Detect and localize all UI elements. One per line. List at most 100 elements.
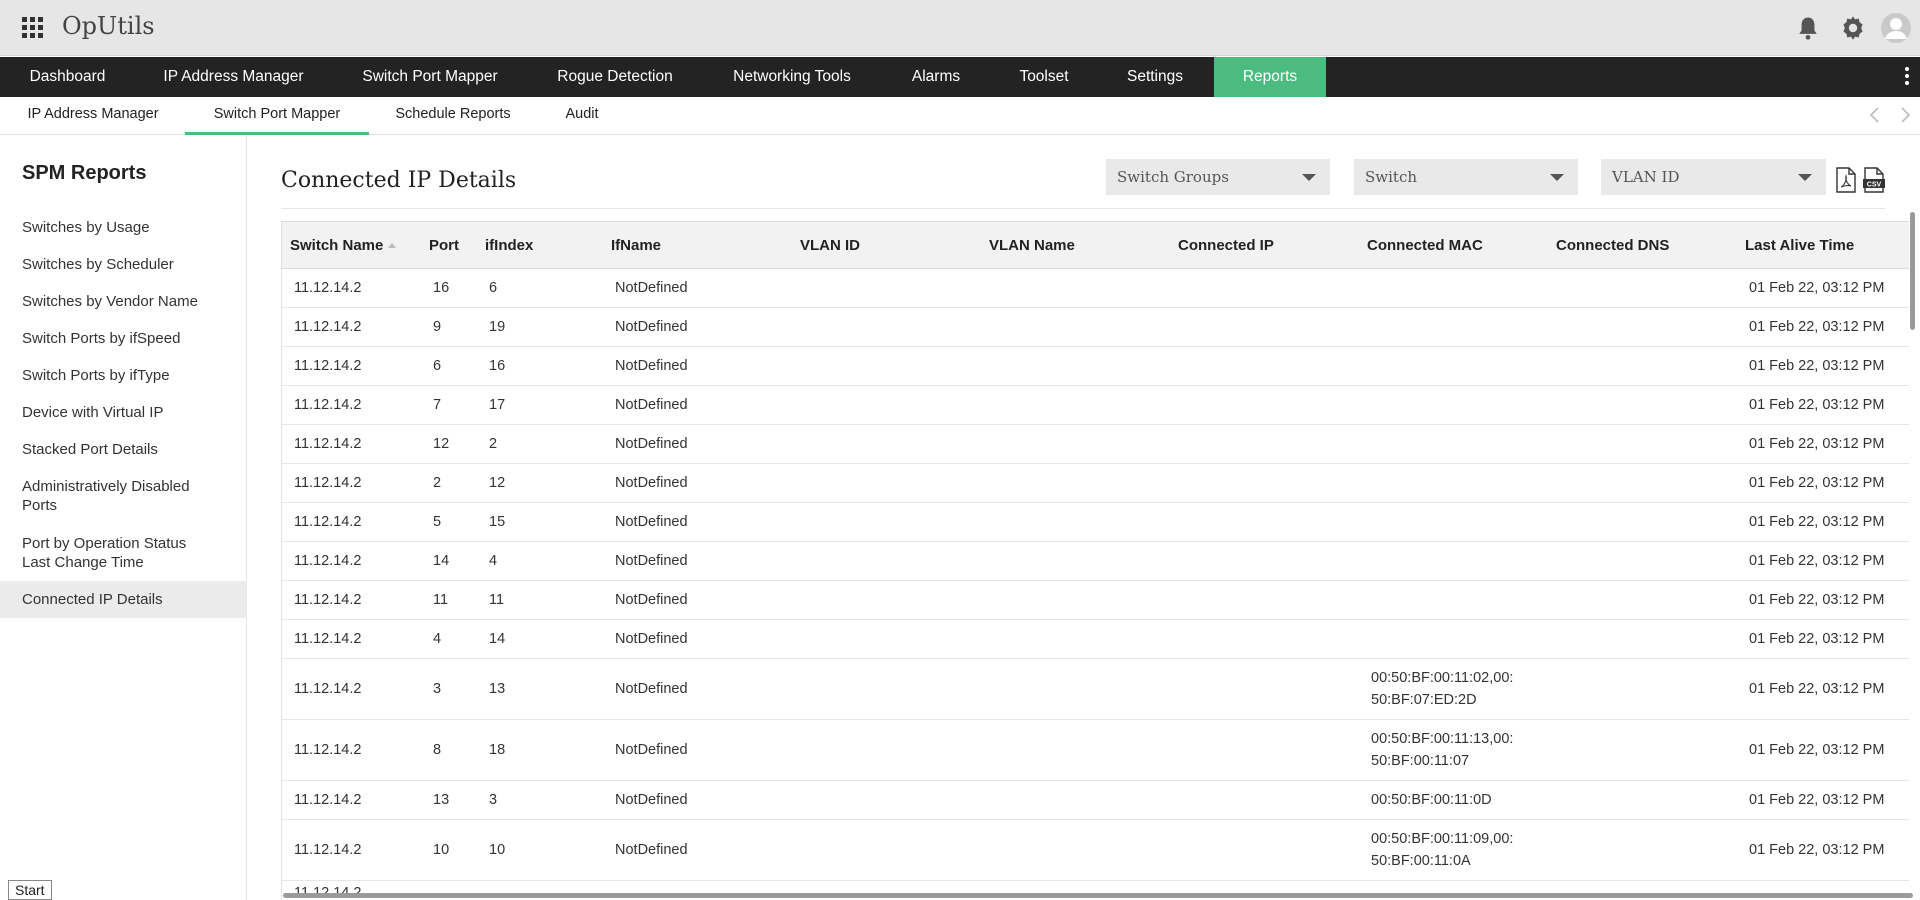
col-last-alive-time-header[interactable]: Last Alive Time — [1737, 221, 1909, 269]
table-row[interactable]: 11.12.14.2 14 4 NotDefined 01 Feb 22, 03:12 … — [282, 541, 1909, 581]
gear-icon[interactable] — [1839, 14, 1867, 42]
col-last-alive-time-cell: 01 Feb 22, 03:12 PM — [1737, 719, 1909, 781]
more-options-icon[interactable] — [1904, 65, 1910, 89]
nav-settings[interactable]: Settings — [1098, 57, 1212, 97]
subtab-audit[interactable]: Audit — [551, 97, 613, 135]
col-connected-ip-cell — [1170, 424, 1359, 464]
col-connected-ip-cell — [1170, 346, 1359, 386]
report-table: Switch Name Port ifIndex IfName VLAN ID VLAN … — [282, 221, 1909, 900]
table-row[interactable]: 11.12.14.2 7 17 NotDefined 01 Feb 22, 03:12 … — [282, 385, 1909, 425]
nav-dashboard[interactable]: Dashboard — [0, 57, 135, 97]
horizontal-scrollbar[interactable] — [283, 893, 1913, 898]
col-port-header[interactable]: Port — [421, 221, 477, 269]
table-row[interactable]: 11.12.14.2 2 12 NotDefined 01 Feb 22, 03:12 … — [282, 463, 1909, 503]
col-port-cell: 2 — [421, 463, 477, 503]
col-connected-mac-cell — [1359, 541, 1548, 581]
col-connected-dns-cell — [1548, 424, 1737, 464]
sidebar-item-switches-by-scheduler[interactable]: Switches by Scheduler — [0, 255, 247, 274]
subtab-switch-port-mapper[interactable]: Switch Port Mapper — [185, 97, 369, 135]
nav-networking-tools[interactable]: Networking Tools — [702, 57, 882, 97]
sidebar-item-port-by-operation-status[interactable]: Port by Operation Status Last Change Tim… — [0, 534, 230, 572]
table-row[interactable]: 11.12.14.2 11 11 NotDefined 01 Feb 22, 03:12… — [282, 580, 1909, 620]
col-vlan-name-cell — [981, 463, 1170, 503]
col-ifname-cell: NotDefined — [603, 619, 792, 659]
sidebar-item-switches-by-usage[interactable]: Switches by Usage — [0, 218, 247, 237]
chevron-left-icon[interactable] — [1866, 106, 1884, 124]
table-row[interactable]: 11.12.14.2 8 18 NotDefined 00:50:BF:00:11:13… — [282, 719, 1909, 781]
col-last-alive-time-cell: 01 Feb 22, 03:12 PM — [1737, 346, 1909, 386]
table-row[interactable]: 11.12.14.2 4 14 NotDefined 01 Feb 22, 03:12 … — [282, 619, 1909, 659]
col-vlan-id-cell — [792, 580, 981, 620]
col-connected-dns-header[interactable]: Connected DNS — [1548, 221, 1737, 269]
sidebar-item-connected-ip-details[interactable]: Connected IP Details — [0, 581, 247, 618]
col-vlan-name-cell — [981, 541, 1170, 581]
vertical-scrollbar[interactable] — [1910, 212, 1915, 330]
sidebar-item-switch-ports-by-ifspeed[interactable]: Switch Ports by ifSpeed — [0, 329, 247, 348]
col-connected-ip-cell — [1170, 719, 1359, 781]
col-port-cell: 3 — [421, 658, 477, 720]
col-connected-dns-cell — [1548, 780, 1737, 820]
sidebar-item-stacked-port-details[interactable]: Stacked Port Details — [0, 440, 247, 459]
col-connected-ip-cell — [1170, 268, 1359, 308]
sidebar-item-switch-ports-by-iftype[interactable]: Switch Ports by ifType — [0, 366, 247, 385]
table-row[interactable]: 11.12.14.2 16 6 NotDefined 01 Feb 22, 03:12 … — [282, 268, 1909, 308]
col-vlan-name-cell — [981, 658, 1170, 720]
subtab-ip-address-manager[interactable]: IP Address Manager — [12, 97, 174, 135]
col-vlan-name-cell — [981, 819, 1170, 881]
col-port-cell: 13 — [421, 780, 477, 820]
nav-alarms[interactable]: Alarms — [882, 57, 990, 97]
nav-rogue-detection[interactable]: Rogue Detection — [528, 57, 702, 97]
sidebar-item-device-with-virtual-ip[interactable]: Device with Virtual IP — [0, 403, 247, 422]
sort-ascending-icon[interactable] — [388, 243, 397, 249]
sidebar: SPM Reports Switches by Usage Switches b… — [0, 136, 247, 900]
pdf-export-icon[interactable] — [1835, 167, 1857, 193]
col-vlan-name-cell — [981, 580, 1170, 620]
switch-groups-dropdown[interactable]: Switch Groups — [1106, 159, 1330, 195]
col-ifname-cell: NotDefined — [603, 463, 792, 503]
nav-switch-port-mapper[interactable]: Switch Port Mapper — [332, 57, 528, 97]
col-ifindex-header[interactable]: ifIndex — [477, 221, 603, 269]
col-vlan-name-header[interactable]: VLAN Name — [981, 221, 1170, 269]
sidebar-item-switches-by-vendor-name[interactable]: Switches by Vendor Name — [0, 292, 247, 311]
user-avatar-icon[interactable] — [1880, 12, 1912, 44]
sidebar-item-administratively-disabled-ports[interactable]: Administratively Disabled Ports — [0, 477, 230, 515]
col-connected-dns-cell — [1548, 307, 1737, 347]
chevron-right-icon[interactable] — [1896, 106, 1914, 124]
col-connected-ip-cell — [1170, 385, 1359, 425]
col-switch-name-cell: 11.12.14.2 — [282, 658, 421, 720]
chevron-down-icon — [1302, 174, 1316, 181]
col-connected-mac-cell — [1359, 619, 1548, 659]
col-connected-mac-header[interactable]: Connected MAC — [1359, 221, 1548, 269]
table-row[interactable]: 11.12.14.2 3 13 NotDefined 00:50:BF:00:11:02… — [282, 658, 1909, 720]
col-connected-ip-header[interactable]: Connected IP — [1170, 221, 1359, 269]
col-port-cell: 10 — [421, 819, 477, 881]
col-port-cell: 11 — [421, 580, 477, 620]
table-row[interactable]: 11.12.14.2 13 3 NotDefined 00:50:BF:00:11:0D… — [282, 780, 1909, 820]
col-ifindex-cell: 16 — [477, 346, 603, 386]
grid-menu-icon[interactable] — [22, 17, 44, 39]
col-connected-mac-cell — [1359, 424, 1548, 464]
table-row[interactable]: 11.12.14.2 10 10 NotDefined 00:50:BF:00:11:0… — [282, 819, 1909, 881]
col-connected-mac-cell: 00:50:BF:00:11:13,00:50:BF:00:11:07 — [1359, 719, 1548, 781]
col-last-alive-time-cell: 01 Feb 22, 03:12 PM — [1737, 502, 1909, 542]
nav-reports[interactable]: Reports — [1214, 57, 1326, 97]
bell-icon[interactable] — [1794, 14, 1822, 42]
csv-export-icon[interactable]: CSV — [1863, 167, 1885, 193]
nav-toolset[interactable]: Toolset — [990, 57, 1098, 97]
switch-dropdown[interactable]: Switch — [1354, 159, 1578, 195]
nav-ip-address-manager[interactable]: IP Address Manager — [135, 57, 332, 97]
col-connected-ip-cell — [1170, 619, 1359, 659]
subtab-schedule-reports[interactable]: Schedule Reports — [385, 97, 521, 135]
start-button[interactable]: Start — [8, 880, 52, 900]
col-vlan-id-header[interactable]: VLAN ID — [792, 221, 981, 269]
table-row[interactable]: 11.12.14.2 9 19 NotDefined 01 Feb 22, 03:12 … — [282, 307, 1909, 347]
table-row[interactable]: 11.12.14.2 6 16 NotDefined 01 Feb 22, 03:12 … — [282, 346, 1909, 386]
col-ifname-header[interactable]: IfName — [603, 221, 792, 269]
table-row[interactable]: 11.12.14.2 5 15 NotDefined 01 Feb 22, 03:12 … — [282, 502, 1909, 542]
col-switch-name-header[interactable]: Switch Name — [282, 221, 421, 269]
col-switch-name-cell: 11.12.14.2 — [282, 580, 421, 620]
vlan-id-dropdown[interactable]: VLAN ID — [1601, 159, 1826, 195]
sidebar-title: SPM Reports — [22, 162, 147, 184]
col-ifindex-cell: 3 — [477, 780, 603, 820]
table-row[interactable]: 11.12.14.2 12 2 NotDefined 01 Feb 22, 03:12 … — [282, 424, 1909, 464]
